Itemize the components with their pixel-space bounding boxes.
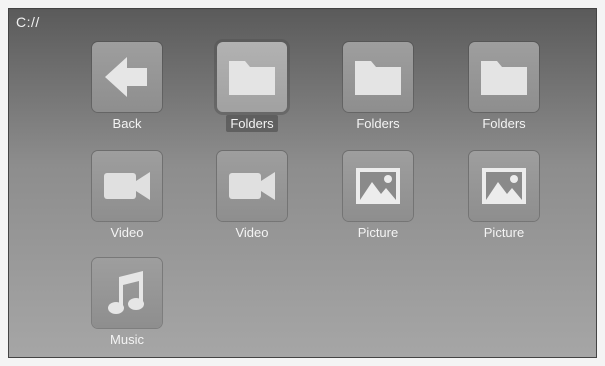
music-icon-box bbox=[92, 258, 162, 328]
back-label: Back bbox=[112, 116, 142, 131]
video-label: Video bbox=[110, 225, 144, 240]
folders-label: Folders bbox=[482, 116, 526, 131]
video-camera-icon bbox=[229, 172, 275, 200]
music-note-icon bbox=[108, 271, 144, 314]
folder-icon bbox=[229, 61, 275, 95]
file-browser-screen: C:// Back Folders Folders Folders Video … bbox=[8, 8, 597, 358]
picture-label: Picture bbox=[483, 225, 525, 240]
folders-item-2[interactable]: Folders bbox=[333, 42, 423, 133]
folder-icon-box bbox=[469, 42, 539, 112]
folders-label: Folders bbox=[226, 115, 278, 132]
video-icon-box bbox=[217, 151, 287, 221]
picture-icon-box bbox=[343, 151, 413, 221]
picture-icon bbox=[356, 168, 400, 204]
picture-icon bbox=[482, 168, 526, 204]
folder-icon-box bbox=[343, 42, 413, 112]
video-item-1[interactable]: Video bbox=[82, 151, 172, 242]
folders-label: Folders bbox=[356, 116, 400, 131]
folders-item-3[interactable]: Folders bbox=[459, 42, 549, 133]
back-icon-box bbox=[92, 42, 162, 112]
folder-icon-box bbox=[217, 42, 287, 112]
video-label: Video bbox=[235, 225, 269, 240]
video-icon-box bbox=[92, 151, 162, 221]
video-item-2[interactable]: Video bbox=[207, 151, 297, 242]
picture-item-2[interactable]: Picture bbox=[459, 151, 549, 242]
back-arrow-icon bbox=[105, 57, 147, 97]
back-item[interactable]: Back bbox=[82, 42, 172, 133]
video-camera-icon bbox=[104, 172, 150, 200]
picture-label: Picture bbox=[357, 225, 399, 240]
folders-item-1[interactable]: Folders bbox=[207, 42, 297, 133]
folder-icon bbox=[355, 61, 401, 95]
music-label: Music bbox=[110, 332, 144, 347]
picture-icon-box bbox=[469, 151, 539, 221]
music-item[interactable]: Music bbox=[82, 258, 172, 349]
folder-icon bbox=[481, 61, 527, 95]
picture-item-1[interactable]: Picture bbox=[333, 151, 423, 242]
current-path: C:// bbox=[16, 14, 40, 30]
